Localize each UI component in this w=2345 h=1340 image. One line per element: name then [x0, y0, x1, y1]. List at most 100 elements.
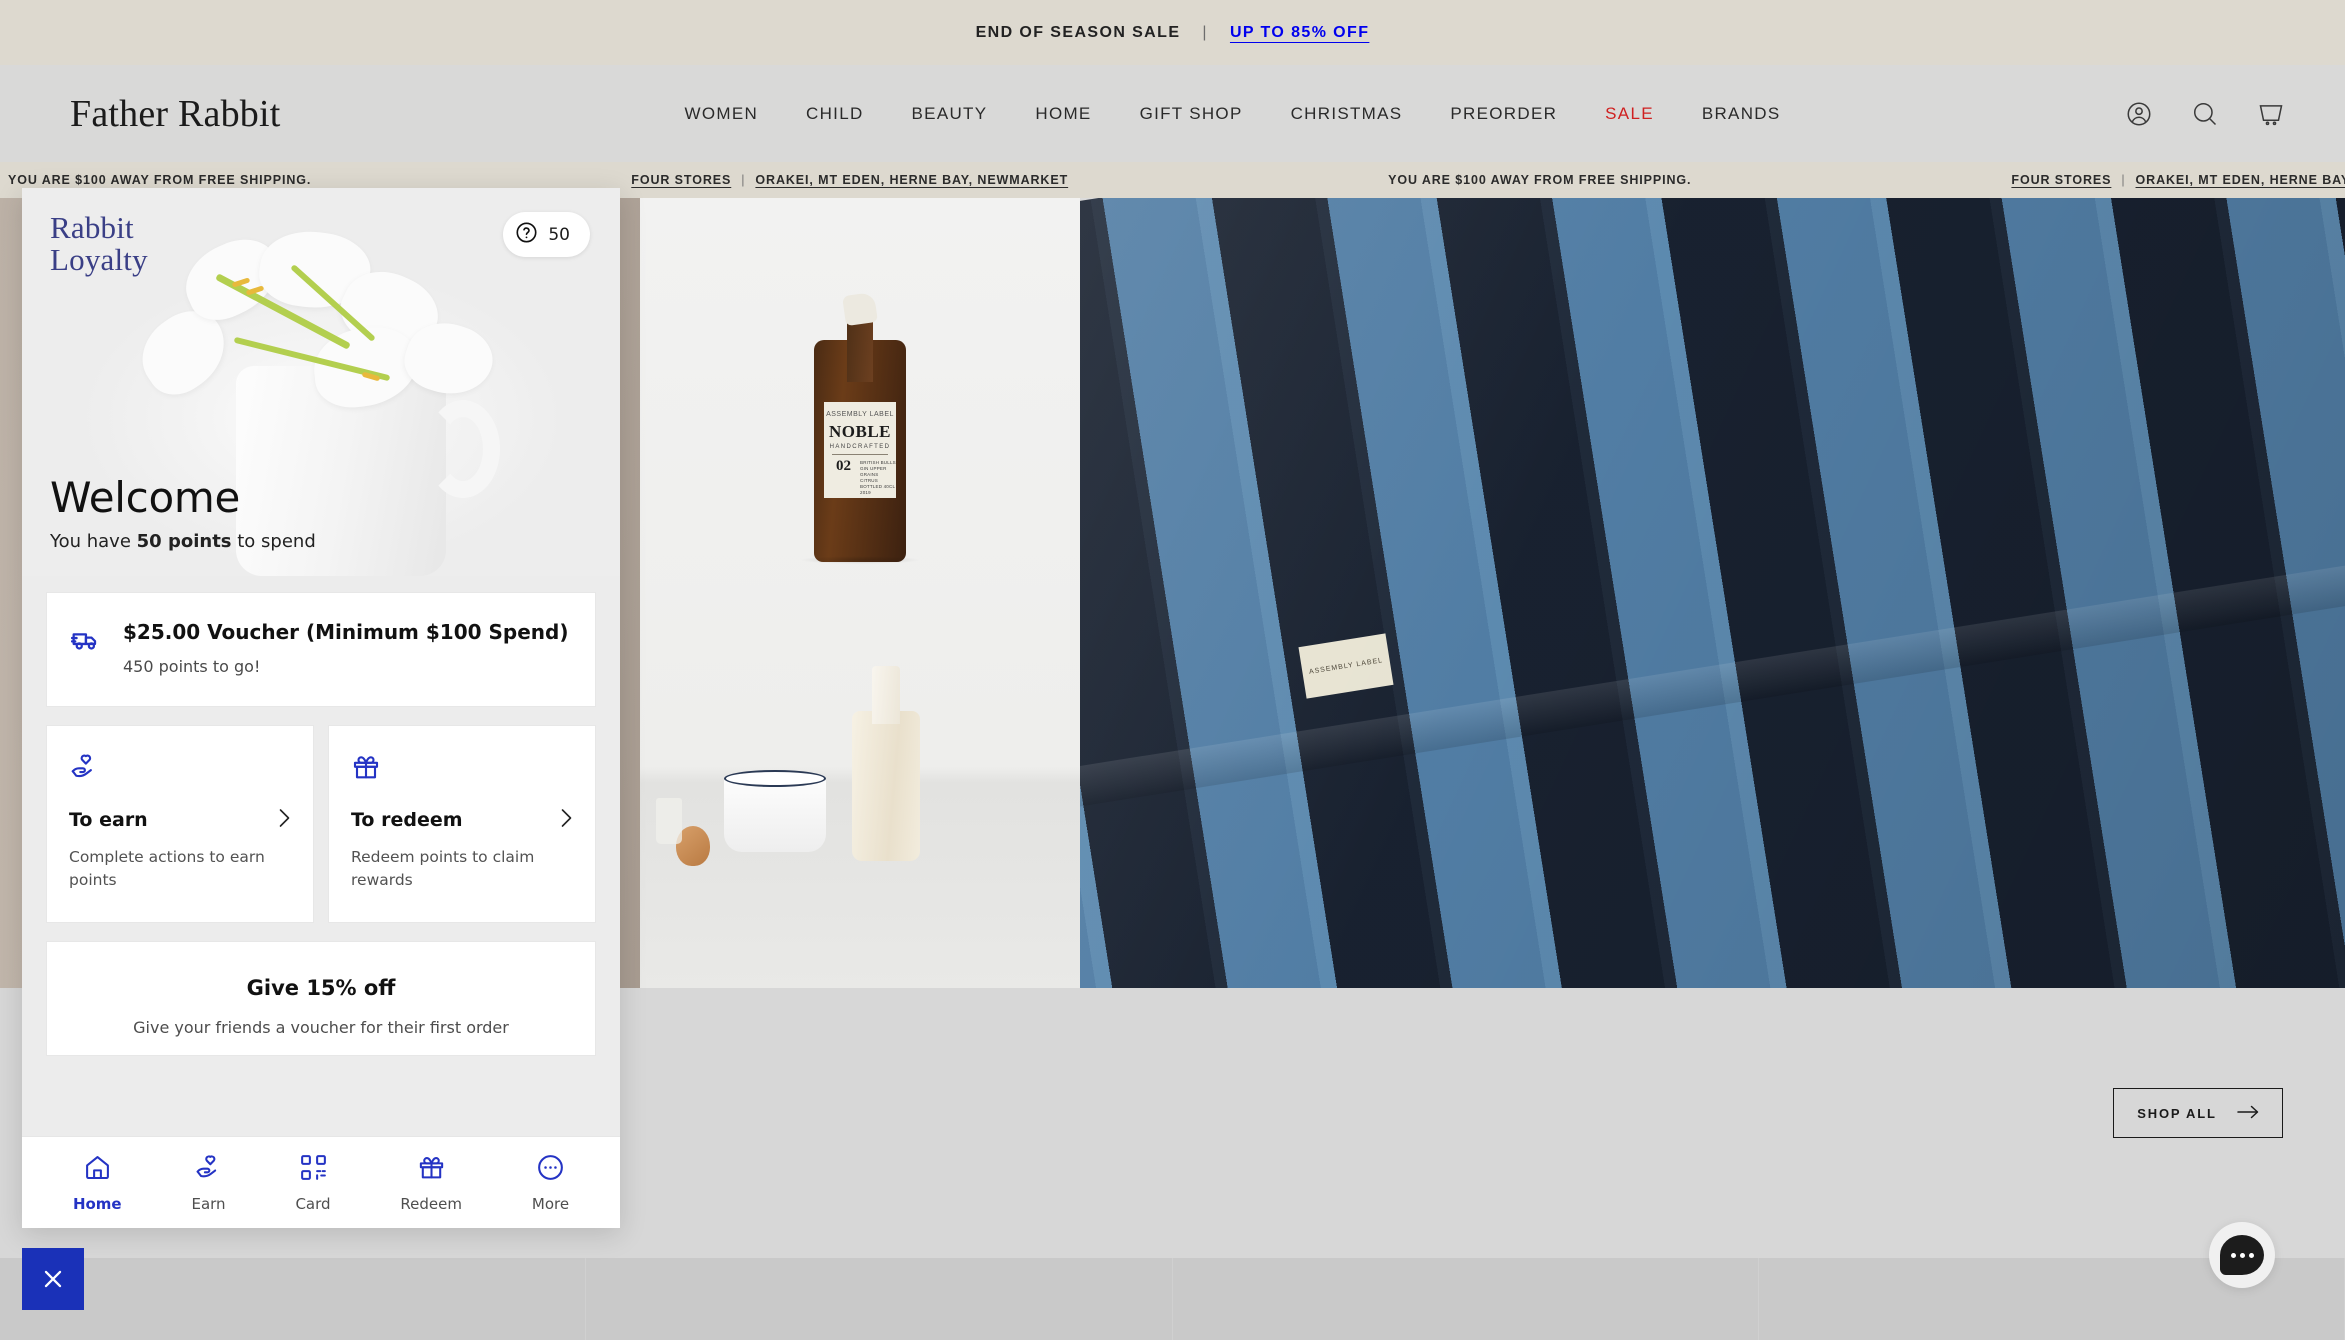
- rabbit-loyalty-logo: Rabbit Loyalty: [50, 212, 148, 275]
- noble-bottle-image[interactable]: ASSEMBLY LABEL NOBLE HANDCRAFTED 02 BRIT…: [640, 198, 1080, 988]
- nav-item-preorder[interactable]: PREORDER: [1426, 104, 1581, 124]
- loyalty-hero: Rabbit Loyalty 50 Welcome You have 50 po…: [22, 188, 620, 576]
- noble-label-batch: 02: [836, 458, 851, 474]
- tile-to-redeem-subtitle: Redeem points to claim rewards: [351, 848, 535, 890]
- tab-card[interactable]: Card: [295, 1153, 331, 1213]
- small-glass: [656, 798, 682, 844]
- noble-label-details: BRITISH BULLS GIN UPPER GRAINS CITRUS BO…: [860, 460, 896, 495]
- noble-bottle-label: ASSEMBLY LABEL NOBLE HANDCRAFTED 02 BRIT…: [824, 402, 896, 498]
- nav-item-brands[interactable]: BRANDS: [1678, 104, 1805, 124]
- tile-to-earn[interactable]: To earn Complete actions to earn points: [46, 725, 314, 923]
- announcement-bar: END OF SEASON SALE | UP TO 85% OFF: [0, 0, 2345, 65]
- welcome-title: Welcome: [50, 472, 241, 522]
- enamel-bowl-rim: [724, 770, 826, 787]
- noble-label-top: ASSEMBLY LABEL: [826, 411, 894, 418]
- tile-to-earn-title: To earn: [69, 809, 148, 832]
- welcome-block: Welcome You have 50 points to spend: [50, 472, 316, 552]
- refer-title: Give 15% off: [246, 975, 396, 1000]
- chat-bubble-icon: [2220, 1235, 2264, 1275]
- tab-more-label: More: [531, 1194, 570, 1213]
- question-mark-icon: [515, 221, 538, 248]
- tab-home-label: Home: [72, 1194, 122, 1213]
- truck-icon: [70, 619, 103, 676]
- announcement-offer-link[interactable]: UP TO 85% OFF: [1230, 24, 1369, 42]
- tab-earn[interactable]: Earn: [191, 1153, 226, 1213]
- qr-code-icon: [299, 1153, 328, 1186]
- home-icon: [83, 1153, 112, 1186]
- loyalty-logo-line1: Rabbit: [50, 210, 134, 245]
- nav-item-women[interactable]: WOMEN: [660, 104, 782, 124]
- hand-heart-icon: [69, 752, 291, 786]
- voucher-progress: 450 points to go!: [123, 657, 261, 677]
- marquee-divider-2: |: [2121, 173, 2126, 187]
- voucher-title: $25.00 Voucher (Minimum $100 Spend): [123, 620, 569, 644]
- marquee-divider-1: |: [741, 173, 746, 187]
- more-dots-icon: [536, 1153, 565, 1186]
- gift-icon: [351, 752, 573, 786]
- refer-friend-card[interactable]: Give 15% off Give your friends a voucher…: [46, 940, 596, 1056]
- tab-more[interactable]: More: [532, 1153, 569, 1213]
- loyalty-body: $25.00 Voucher (Minimum $100 Spend) 450 …: [22, 576, 620, 1056]
- marquee-shipping-2: YOU ARE $100 AWAY FROM FREE SHIPPING.: [1388, 173, 1692, 187]
- nav-item-christmas[interactable]: CHRISTMAS: [1267, 104, 1427, 124]
- welcome-points: 50 points: [136, 531, 232, 552]
- search-icon[interactable]: [2191, 100, 2219, 128]
- gift-icon: [417, 1153, 446, 1186]
- announcement-divider: |: [1202, 23, 1208, 41]
- tab-home[interactable]: Home: [73, 1153, 122, 1213]
- tile-to-redeem[interactable]: To redeem Redeem points to claim rewards: [328, 725, 596, 923]
- nav-item-beauty[interactable]: BEAUTY: [888, 104, 1012, 124]
- arrow-right-icon: [2236, 1105, 2259, 1122]
- voucher-card[interactable]: $25.00 Voucher (Minimum $100 Spend) 450 …: [46, 592, 596, 708]
- welcome-suffix: to spend: [231, 531, 316, 552]
- loyalty-topbar: Rabbit Loyalty 50: [22, 188, 620, 296]
- tab-card-label: Card: [295, 1194, 331, 1213]
- gorgias-chat-button[interactable]: [2209, 1222, 2275, 1288]
- nav-icons: [2125, 100, 2285, 128]
- shop-all-button[interactable]: SHOP ALL: [2113, 1088, 2283, 1138]
- loyalty-tiles: To earn Complete actions to earn points: [46, 725, 596, 923]
- hand-heart-icon: [194, 1153, 223, 1186]
- noble-label-name: NOBLE: [828, 422, 892, 441]
- welcome-subtitle: You have 50 points to spend: [50, 531, 316, 552]
- product-grid-cell[interactable]: [0, 1258, 587, 1340]
- striped-towel-image[interactable]: ASSEMBLY LABEL: [1080, 198, 2345, 988]
- nav-item-gift-shop[interactable]: GIFT SHOP: [1116, 104, 1267, 124]
- main-navigation: Father Rabbit WOMEN CHILD BEAUTY HOME GI…: [0, 65, 2345, 162]
- cart-icon[interactable]: [2257, 100, 2285, 128]
- tile-to-redeem-title: To redeem: [351, 809, 463, 832]
- product-grid-cell[interactable]: [1173, 1258, 1759, 1340]
- nav-links: WOMEN CHILD BEAUTY HOME GIFT SHOP CHRIST…: [540, 104, 1804, 124]
- loyalty-scroll-area[interactable]: Rabbit Loyalty 50 Welcome You have 50 po…: [22, 188, 620, 1136]
- welcome-prefix: You have: [50, 531, 137, 552]
- noble-label-sub: HANDCRAFTED: [829, 444, 891, 450]
- account-icon[interactable]: [2125, 100, 2153, 128]
- tile-to-earn-subtitle: Complete actions to earn points: [69, 848, 265, 890]
- shop-all-label: SHOP ALL: [2137, 1105, 2217, 1121]
- tab-earn-label: Earn: [191, 1194, 226, 1213]
- close-loyalty-button[interactable]: [22, 1248, 84, 1310]
- marquee-stores-label-1[interactable]: FOUR STORES: [631, 173, 731, 187]
- refer-subtitle: Give your friends a voucher for their fi…: [133, 1017, 509, 1037]
- noble-bottle: ASSEMBLY LABEL NOBLE HANDCRAFTED 02 BRIT…: [814, 291, 906, 562]
- loyalty-logo-line2: Loyalty: [50, 241, 148, 277]
- nav-item-sale[interactable]: SALE: [1581, 104, 1678, 124]
- points-badge[interactable]: 50: [503, 212, 590, 257]
- marquee-stores-list-1[interactable]: ORAKEI, MT EDEN, HERNE BAY, NEWMARKET: [755, 173, 1388, 187]
- announcement-promo: END OF SEASON SALE: [975, 23, 1181, 41]
- brand-logo[interactable]: Father Rabbit: [70, 92, 281, 136]
- marquee-shipping-1: YOU ARE $100 AWAY FROM FREE SHIPPING.: [8, 173, 312, 187]
- chevron-right-icon: [278, 808, 291, 832]
- enamel-bowl: [724, 776, 826, 852]
- tab-redeem[interactable]: Redeem: [400, 1153, 462, 1213]
- milk-carafe: [852, 666, 920, 861]
- loyalty-panel: Rabbit Loyalty 50 Welcome You have 50 po…: [22, 188, 620, 1228]
- chevron-right-icon: [560, 808, 573, 832]
- marquee-stores-list-2[interactable]: ORAKEI, MT EDEN, HERNE BAY, NEWMARKET: [2136, 173, 2345, 187]
- product-grid-cell[interactable]: [586, 1258, 1173, 1340]
- nav-item-home[interactable]: HOME: [1011, 104, 1115, 124]
- points-badge-value: 50: [548, 224, 570, 245]
- nav-item-child[interactable]: CHILD: [782, 104, 888, 124]
- marquee-stores-label-2[interactable]: FOUR STORES: [2011, 173, 2111, 187]
- loyalty-tab-bar: Home Earn Card Redeem More: [22, 1136, 620, 1228]
